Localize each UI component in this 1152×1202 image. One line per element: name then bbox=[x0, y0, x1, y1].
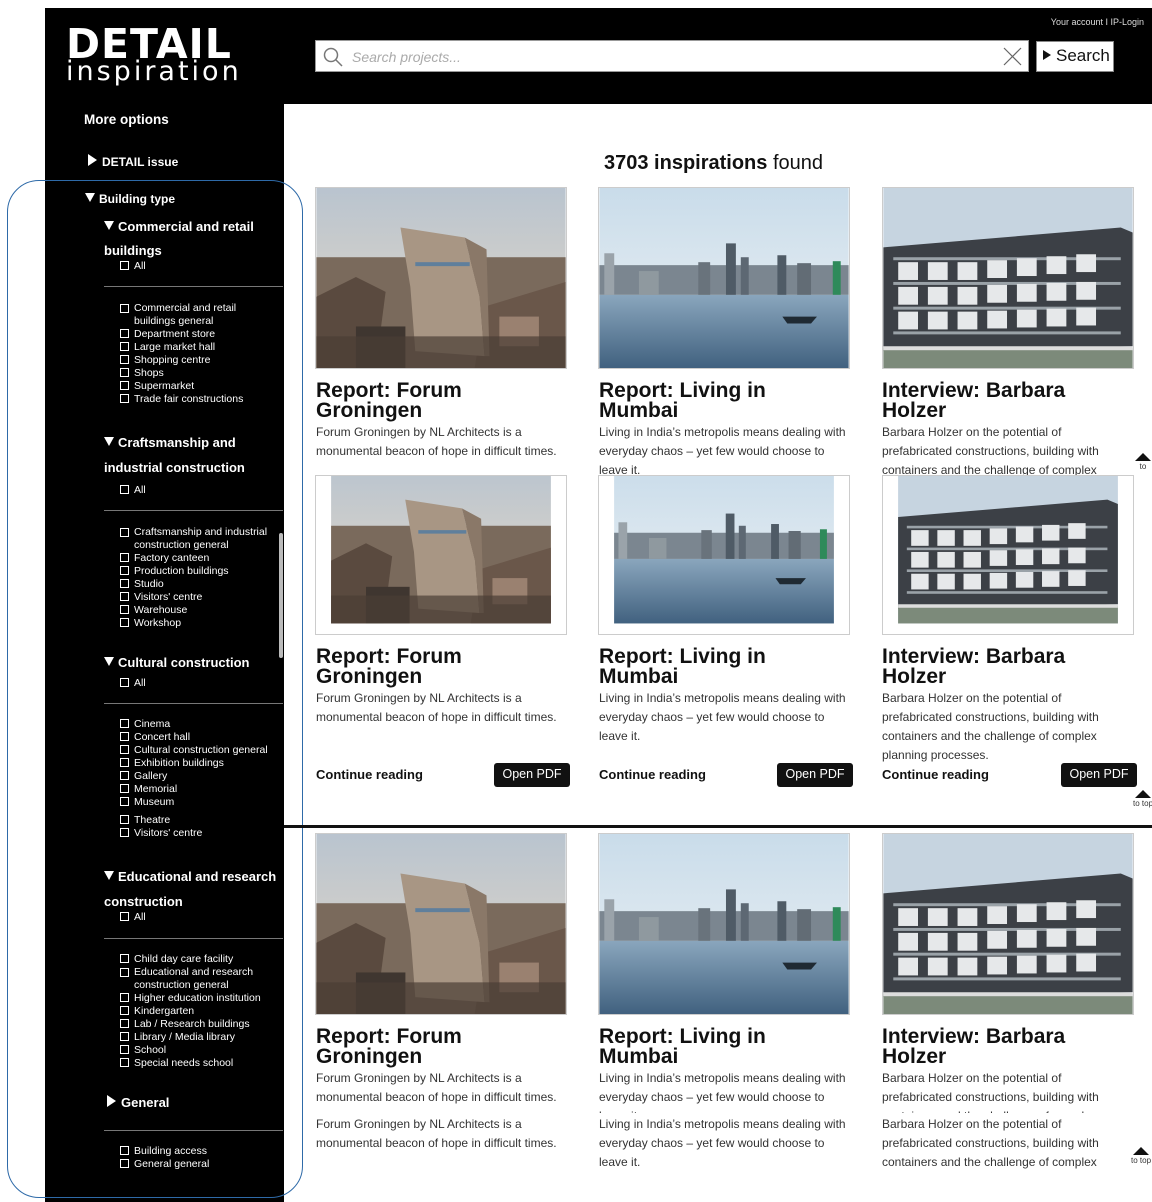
card-description: Barbara Holzer on the potential of prefa… bbox=[882, 1117, 1099, 1169]
open-pdf-button[interactable]: Open PDF bbox=[494, 763, 570, 787]
card-description: Barbara Holzer on the potential of prefa… bbox=[882, 691, 1099, 762]
expand-icon bbox=[88, 154, 97, 166]
clear-icon[interactable] bbox=[1003, 47, 1022, 66]
continue-reading-link[interactable]: Continue reading bbox=[316, 767, 423, 782]
arrow-up-icon bbox=[1135, 790, 1151, 798]
card-image-holzer[interactable] bbox=[882, 833, 1134, 1015]
card-description: Barbara Holzer on the potential of prefa… bbox=[882, 425, 1099, 475]
card-title[interactable]: Report: Forum Groningen bbox=[316, 646, 561, 687]
card-description: Barbara Holzer on the potential of prefa… bbox=[882, 1071, 1099, 1113]
to-top-label: to top bbox=[1133, 799, 1152, 808]
to-top-button[interactable]: to top bbox=[1133, 790, 1152, 808]
card-title[interactable]: Report: Living in Mumbai bbox=[599, 380, 844, 421]
card-image-groningen[interactable] bbox=[315, 187, 567, 369]
to-top-button[interactable]: to bbox=[1133, 453, 1152, 471]
to-top-button[interactable]: to top bbox=[1131, 1147, 1151, 1165]
card-description: Living in India’s metropolis means deali… bbox=[599, 691, 846, 743]
filter-label: DETAIL issue bbox=[102, 155, 179, 169]
search-button-label: Search bbox=[1056, 46, 1110, 65]
card-title[interactable]: Interview: Barbara Holzer bbox=[882, 380, 1127, 421]
results-count-number: 3703 inspirations bbox=[604, 152, 768, 174]
more-options-heading: More options bbox=[84, 112, 169, 127]
logo-subtitle[interactable]: inspiration bbox=[66, 56, 242, 87]
continue-reading-link[interactable]: Continue reading bbox=[882, 767, 989, 782]
play-icon bbox=[1043, 50, 1051, 60]
card-image-mumbai[interactable] bbox=[598, 833, 850, 1015]
card-title[interactable]: Interview: Barbara Holzer bbox=[882, 1026, 1127, 1067]
open-pdf-button[interactable]: Open PDF bbox=[777, 763, 853, 787]
open-pdf-button[interactable]: Open PDF bbox=[1061, 763, 1137, 787]
card-title[interactable]: Report: Forum Groningen bbox=[316, 1026, 561, 1067]
to-top-label: to bbox=[1139, 462, 1147, 471]
search-input[interactable] bbox=[350, 46, 994, 68]
arrow-up-icon bbox=[1133, 1147, 1149, 1155]
card-title[interactable]: Report: Living in Mumbai bbox=[599, 1026, 844, 1067]
card-title[interactable]: Report: Living in Mumbai bbox=[599, 646, 844, 687]
card-description: Forum Groningen by NL Architects is a mo… bbox=[316, 425, 557, 458]
card-description: Forum Groningen by NL Architects is a mo… bbox=[316, 1071, 557, 1104]
search-icon bbox=[323, 47, 343, 67]
results-count-suffix: found bbox=[772, 152, 824, 174]
card-image-holzer[interactable] bbox=[882, 187, 1134, 369]
section-divider bbox=[284, 825, 1152, 828]
card-image-holzer[interactable] bbox=[882, 475, 1134, 635]
card-title[interactable]: Report: Forum Groningen bbox=[316, 380, 561, 421]
arrow-up-icon bbox=[1135, 453, 1151, 461]
search-button[interactable]: Search bbox=[1036, 41, 1114, 72]
filter-detail-issue[interactable]: DETAIL issue bbox=[88, 154, 178, 169]
card-image-groningen[interactable] bbox=[315, 833, 567, 1015]
results-count: 3703 inspirations found bbox=[604, 152, 823, 175]
card-image-mumbai[interactable] bbox=[598, 475, 850, 635]
card-image-mumbai[interactable] bbox=[598, 187, 850, 369]
highlight-outline bbox=[7, 180, 303, 1198]
to-top-label: to top bbox=[1131, 1156, 1152, 1165]
card-description: Living in India’s metropolis means deali… bbox=[599, 1117, 846, 1169]
card-image-groningen[interactable] bbox=[315, 475, 567, 635]
search-bar bbox=[315, 40, 1029, 72]
card-description: Living in India’s metropolis means deali… bbox=[599, 1071, 846, 1113]
continue-reading-link[interactable]: Continue reading bbox=[599, 767, 706, 782]
card-description: Forum Groningen by NL Architects is a mo… bbox=[316, 691, 557, 724]
card-title[interactable]: Interview: Barbara Holzer bbox=[882, 646, 1127, 687]
card-description: Living in India’s metropolis means deali… bbox=[599, 425, 846, 475]
account-links[interactable]: Your account I IP-Login bbox=[1051, 17, 1144, 27]
top-strip bbox=[0, 0, 1152, 8]
card-description: Forum Groningen by NL Architects is a mo… bbox=[316, 1117, 557, 1150]
